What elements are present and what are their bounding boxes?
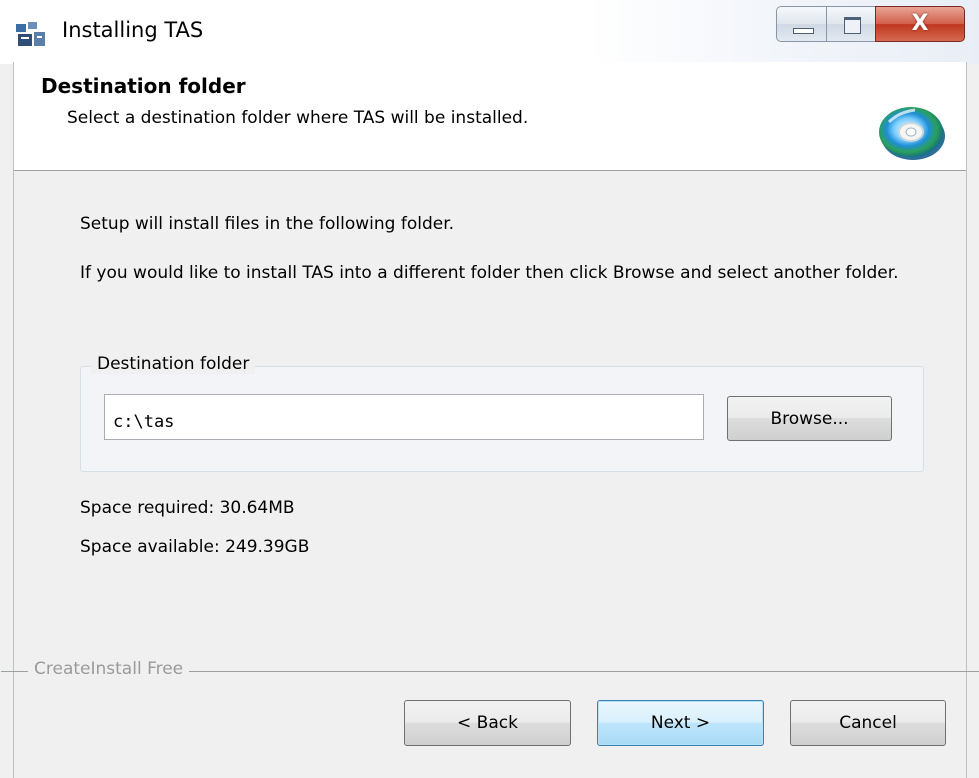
installer-icon: [16, 22, 45, 46]
maximize-icon: [844, 17, 861, 34]
page-title: Destination folder: [41, 74, 246, 98]
brand-label: CreateInstall Free: [28, 659, 190, 679]
dialog-client-area: Destination folder Select a destination …: [1, 62, 979, 778]
minimize-button[interactable]: [776, 6, 827, 42]
caption-buttons: X: [776, 6, 965, 43]
close-button[interactable]: X: [875, 6, 965, 42]
minimize-icon: [793, 28, 814, 34]
page-subtitle: Select a destination folder where TAS wi…: [67, 108, 529, 128]
cancel-button[interactable]: Cancel: [790, 700, 946, 746]
cd-disc-icon: [879, 107, 945, 160]
installer-window: Installing TAS X Destination folder Sele…: [0, 0, 979, 778]
title-bar[interactable]: Installing TAS X: [0, 0, 979, 64]
destination-path-input[interactable]: [104, 394, 704, 440]
browse-button[interactable]: Browse...: [727, 396, 892, 441]
back-button[interactable]: < Back: [404, 700, 571, 746]
space-required-text: Space required: 30.64MB: [80, 498, 295, 518]
maximize-button[interactable]: [826, 6, 876, 42]
window-title: Installing TAS: [62, 18, 204, 42]
install-info-text: Setup will install files in the followin…: [80, 214, 455, 234]
close-icon: X: [911, 11, 929, 36]
destination-folder-legend: Destination folder: [91, 354, 256, 374]
wizard-header: Destination folder Select a destination …: [14, 62, 966, 171]
space-available-text: Space available: 249.39GB: [80, 537, 310, 557]
browse-instructions-text: If you would like to install TAS into a …: [80, 263, 899, 283]
next-button[interactable]: Next >: [597, 700, 764, 746]
